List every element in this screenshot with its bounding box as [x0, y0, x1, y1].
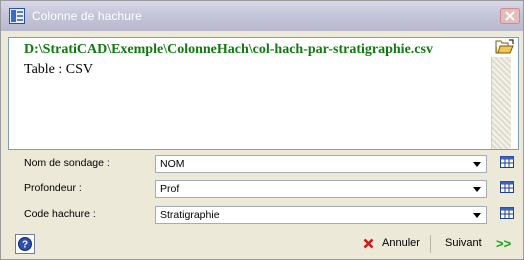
button-separator [430, 235, 431, 253]
help-icon: ? [18, 237, 32, 251]
svg-text:?: ? [22, 240, 28, 251]
close-icon[interactable] [500, 8, 520, 24]
next-label: Suivant [445, 237, 482, 249]
app-icon [9, 8, 25, 24]
chevron-down-icon[interactable] [473, 213, 481, 218]
code-hachure-label: Code hachure : [24, 208, 96, 220]
profondeur-select[interactable]: Prof [155, 180, 487, 198]
folder-open-icon[interactable] [495, 39, 515, 55]
window-title: Colonne de hachure [32, 9, 142, 23]
table-icon[interactable] [498, 152, 516, 170]
dialog-window: Colonne de hachure D:\StratiCAD\Exemple\… [0, 0, 524, 260]
cancel-label: Annuler [382, 237, 420, 249]
chevron-down-icon[interactable] [473, 162, 481, 167]
cancel-x-icon [363, 238, 374, 249]
code-hachure-select[interactable]: Stratigraphie [155, 206, 487, 224]
code-hachure-select-value: Stratigraphie [160, 209, 220, 221]
vertical-scrollbar[interactable] [491, 57, 511, 149]
profondeur-select-value: Prof [160, 183, 180, 195]
table-icon[interactable] [498, 177, 516, 195]
help-button[interactable]: ? [15, 234, 35, 254]
chevron-down-icon[interactable] [473, 187, 481, 192]
table-icon[interactable] [498, 203, 516, 221]
sondage-select-value: NOM [160, 158, 185, 170]
table-type-text: Table : CSV [24, 62, 94, 77]
profondeur-label: Profondeur : [24, 182, 82, 194]
file-path-text: D:\StratiCAD\Exemple\ColonneHach\col-hac… [24, 42, 433, 57]
title-bar[interactable]: Colonne de hachure [1, 1, 523, 31]
sondage-label: Nom de sondage : [24, 157, 110, 169]
next-arrows-icon: >> [496, 236, 512, 251]
sondage-select[interactable]: NOM [155, 155, 487, 173]
